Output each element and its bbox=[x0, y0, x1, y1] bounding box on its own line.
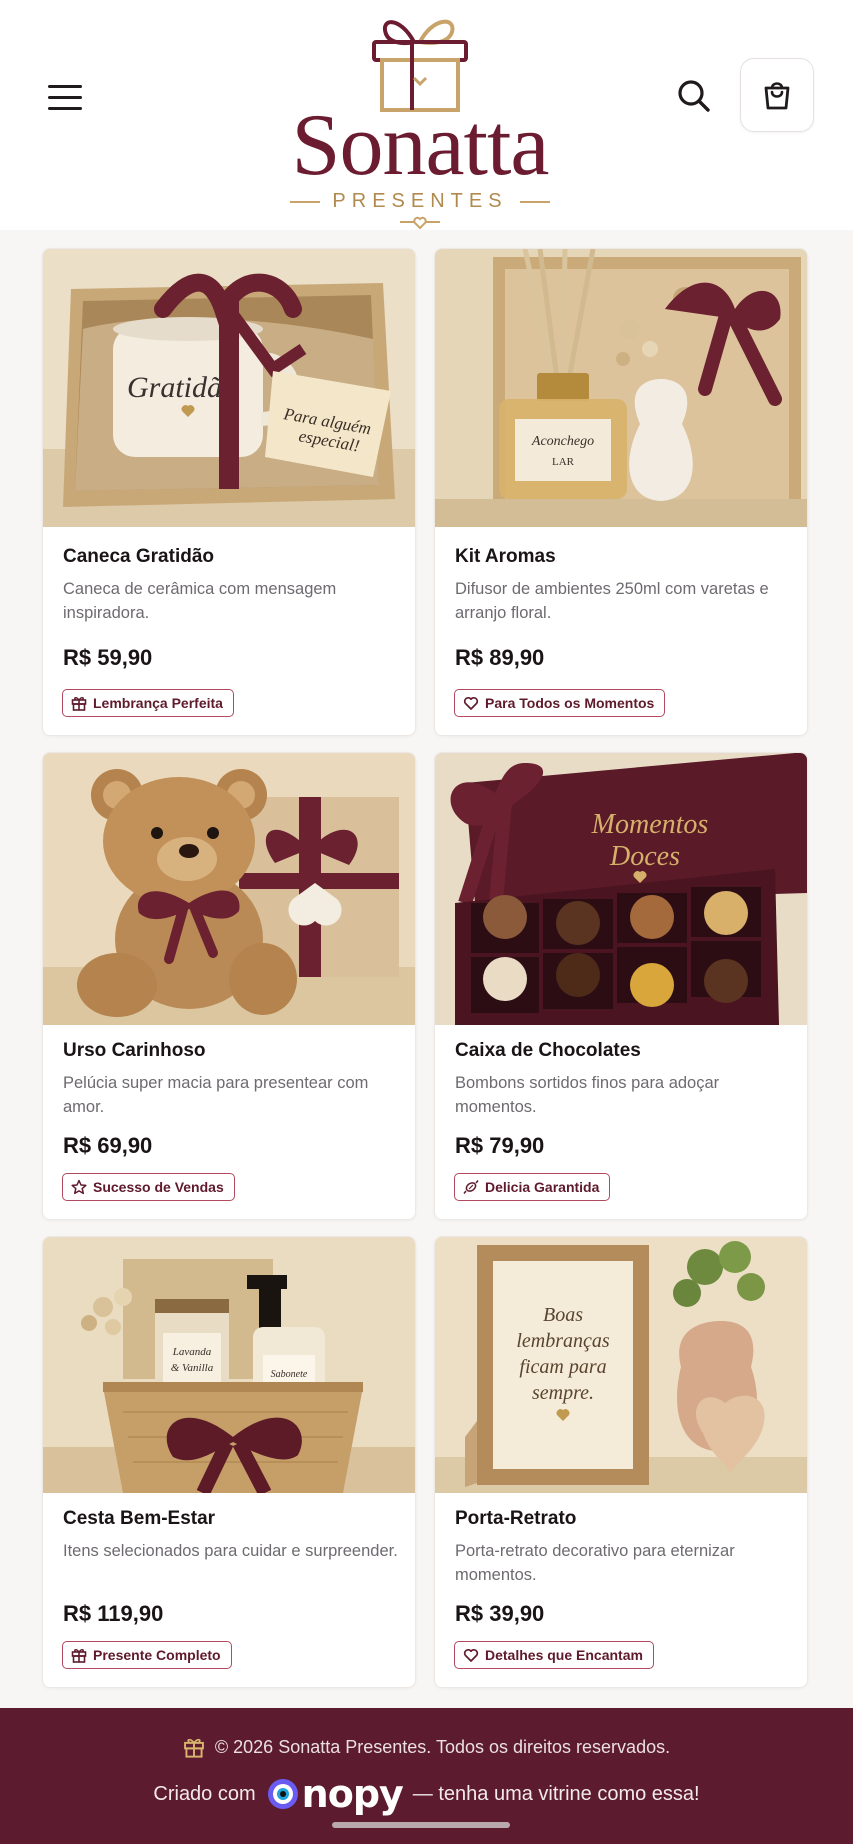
product-image[interactable]: Boas lembranças ficam para sempre. bbox=[435, 1237, 807, 1493]
credit-suffix: — tenha uma vitrine como essa! bbox=[412, 1782, 700, 1805]
product-description: Porta-retrato decorativo para eternizar … bbox=[455, 1542, 735, 1584]
badge-label: Sucesso de Vendas bbox=[93, 1179, 224, 1195]
chocolate-box-image: Momentos Doces bbox=[435, 753, 807, 1025]
svg-text:LAR: LAR bbox=[552, 456, 575, 468]
product-card[interactable]: Urso Carinhoso Pelúcia super macia para … bbox=[42, 752, 416, 1220]
product-card[interactable]: Boas lembranças ficam para sempre. Porta… bbox=[434, 1236, 808, 1688]
product-badge: Lembrança Perfeita bbox=[62, 689, 234, 717]
svg-text:Lavanda: Lavanda bbox=[172, 1346, 212, 1358]
site-header: Sonatta PRESENTES bbox=[0, 0, 853, 230]
badge-label: Delicia Garantida bbox=[485, 1179, 600, 1195]
heart-icon bbox=[463, 696, 479, 710]
footer-copyright-row: © 2026 Sonatta Presentes. Todos os direi… bbox=[0, 1736, 853, 1758]
candy-icon bbox=[463, 1180, 479, 1194]
product-description: Bombons sortidos finos para adoçar momen… bbox=[455, 1074, 720, 1116]
svg-text:Doces: Doces bbox=[609, 841, 680, 872]
product-image[interactable]: Gratidão Para alguém especial! bbox=[43, 249, 415, 527]
search-icon bbox=[678, 80, 710, 112]
product-badge: Presente Completo bbox=[62, 1641, 232, 1669]
divider-line bbox=[519, 200, 550, 203]
badge-label: Detalhes que Encantam bbox=[485, 1647, 643, 1663]
product-badge: Delicia Garantida bbox=[454, 1173, 611, 1201]
diffuser-gift-box-image: Aconchego LAR bbox=[435, 249, 807, 527]
hamburger-menu-icon[interactable] bbox=[40, 76, 92, 118]
product-title[interactable]: Caneca Gratidão bbox=[63, 545, 403, 569]
footer-copyright: © 2026 Sonatta Presentes. Todos os direi… bbox=[214, 1736, 671, 1757]
product-card[interactable]: Gratidão Para alguém especial! Caneca Gr… bbox=[42, 248, 416, 736]
product-title[interactable]: Porta-Retrato bbox=[455, 1507, 795, 1531]
product-image[interactable]: Lavanda & Vanilla Sabonete Líquido bbox=[43, 1237, 415, 1493]
badge-label: Lembrança Perfeita bbox=[93, 695, 223, 711]
product-card[interactable]: Aconchego LAR Kit Aromas Difusor de ambi… bbox=[434, 248, 808, 736]
search-button[interactable] bbox=[672, 74, 716, 118]
nopy-eye-icon bbox=[267, 1779, 298, 1809]
product-description: Caneca de cerâmica com mensagem inspirad… bbox=[63, 580, 337, 622]
product-badge: Sucesso de Vendas bbox=[62, 1173, 235, 1201]
wellness-basket-image: Lavanda & Vanilla Sabonete Líquido bbox=[43, 1237, 415, 1493]
badge-label: Presente Completo bbox=[93, 1647, 221, 1663]
product-title[interactable]: Urso Carinhoso bbox=[63, 1039, 403, 1063]
divider-line bbox=[290, 200, 321, 203]
brand-subtitle: PRESENTES bbox=[332, 190, 508, 212]
gift-icon bbox=[71, 1649, 87, 1663]
product-title[interactable]: Cesta Bem-Estar bbox=[63, 1507, 403, 1531]
product-description: Difusor de ambientes 250ml com varetas e… bbox=[455, 580, 769, 622]
product-price: R$ 119,90 bbox=[63, 1601, 164, 1626]
brand-name: Sonatta bbox=[291, 97, 550, 194]
footer-credit-row[interactable]: Criado com nopy — tenha uma vitrine como… bbox=[0, 1772, 853, 1816]
home-indicator[interactable] bbox=[332, 1822, 510, 1828]
svg-text:sempre.: sempre. bbox=[532, 1382, 594, 1404]
product-price: R$ 69,90 bbox=[63, 1133, 153, 1158]
nopy-brand-text: nopy bbox=[301, 1772, 404, 1816]
mug-gift-box-image: Gratidão Para alguém especial! bbox=[43, 249, 415, 527]
product-badge: Para Todos os Momentos bbox=[454, 689, 666, 717]
shopping-bag-icon bbox=[764, 82, 790, 110]
logo-heart-icon bbox=[400, 216, 440, 230]
brand-logo[interactable]: Sonatta PRESENTES bbox=[250, 8, 590, 230]
teddy-bear-image bbox=[43, 753, 415, 1025]
svg-text:Aconchego: Aconchego bbox=[531, 434, 594, 449]
product-price: R$ 39,90 bbox=[455, 1601, 545, 1626]
svg-text:lembranças: lembranças bbox=[516, 1330, 610, 1352]
svg-text:ficam para: ficam para bbox=[519, 1356, 606, 1378]
badge-label: Para Todos os Momentos bbox=[485, 695, 655, 711]
product-image[interactable]: Momentos Doces bbox=[435, 753, 807, 1025]
product-title[interactable]: Kit Aromas bbox=[455, 545, 795, 569]
svg-text:Boas: Boas bbox=[543, 1304, 583, 1326]
credit-prefix: Criado com bbox=[153, 1782, 256, 1805]
product-card[interactable]: Momentos Doces Caixa de Chocolates Bombo… bbox=[434, 752, 808, 1220]
star-icon bbox=[71, 1179, 87, 1195]
product-price: R$ 89,90 bbox=[455, 645, 545, 670]
product-price: R$ 79,90 bbox=[455, 1133, 545, 1158]
photo-frame-image: Boas lembranças ficam para sempre. bbox=[435, 1237, 807, 1493]
heart-icon bbox=[463, 1648, 479, 1662]
gift-icon bbox=[71, 697, 87, 711]
product-description: Itens selecionados para cuidar e surpree… bbox=[63, 1542, 398, 1560]
gift-icon bbox=[183, 1738, 204, 1758]
product-title[interactable]: Caixa de Chocolates bbox=[455, 1039, 795, 1063]
product-image[interactable]: Aconchego LAR bbox=[435, 249, 807, 527]
nopy-logo[interactable]: nopy bbox=[266, 1772, 404, 1816]
product-price: R$ 59,90 bbox=[63, 645, 153, 670]
product-description: Pelúcia super macia para presentear com … bbox=[63, 1074, 369, 1116]
product-card[interactable]: Lavanda & Vanilla Sabonete Líquido Cesta… bbox=[42, 1236, 416, 1688]
product-badge: Detalhes que Encantam bbox=[454, 1641, 654, 1669]
svg-text:& Vanilla: & Vanilla bbox=[171, 1362, 214, 1374]
product-image[interactable] bbox=[43, 753, 415, 1025]
svg-text:Momentos: Momentos bbox=[591, 809, 709, 840]
brand-subtitle-row: PRESENTES bbox=[250, 190, 590, 213]
svg-text:Sabonete: Sabonete bbox=[271, 1369, 308, 1380]
cart-button[interactable] bbox=[740, 58, 814, 132]
